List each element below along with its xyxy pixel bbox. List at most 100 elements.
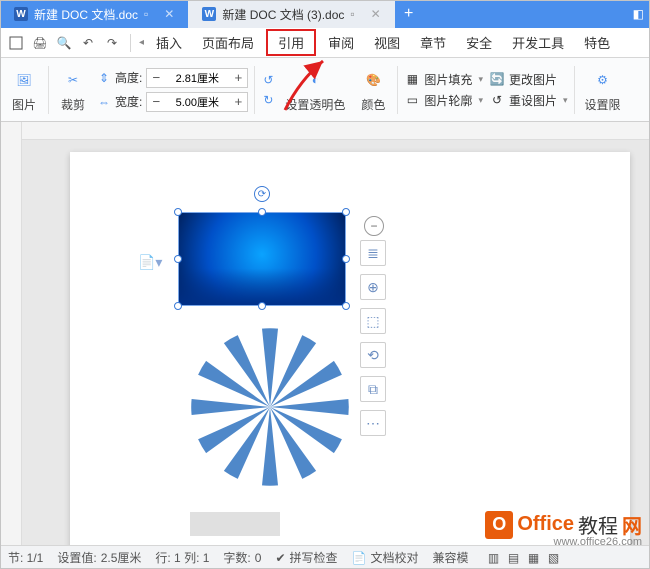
decrease-button[interactable]: − <box>147 93 165 111</box>
label: 裁剪 <box>61 96 85 113</box>
picture-outline-button[interactable]: ▭图片轮廓▾ <box>404 92 483 109</box>
label: 图片 <box>12 96 36 113</box>
height-icon: ⇕ <box>97 71 111 85</box>
height-stepper[interactable]: − + <box>146 68 248 88</box>
change-picture-button[interactable]: 🔄更改图片 <box>489 71 568 88</box>
save-icon[interactable] <box>6 33 26 53</box>
document-tab-inactive[interactable]: W 新建 DOC 文档.doc ▫ ✕ <box>0 0 188 28</box>
zoom-button[interactable]: ⊕ <box>360 274 386 300</box>
collapse-icon[interactable]: − <box>364 216 384 236</box>
menu-page-layout[interactable]: 页面布局 <box>194 29 262 56</box>
menu-security[interactable]: 安全 <box>458 29 500 56</box>
rotate-handle[interactable]: ⟳ <box>254 186 270 202</box>
resize-handle-t[interactable] <box>258 208 266 216</box>
redo-icon[interactable]: ↷ <box>102 33 122 53</box>
transparency-icon: ◐ <box>301 66 329 94</box>
status-char-count[interactable]: 字数:0 <box>223 549 261 566</box>
menu-view[interactable]: 视图 <box>366 29 408 56</box>
decrease-button[interactable]: − <box>147 69 165 87</box>
vertical-ruler[interactable] <box>0 122 22 552</box>
print-icon[interactable]: 🖨 <box>30 33 50 53</box>
undo-icon[interactable]: ↶ <box>78 33 98 53</box>
picture-fill-button[interactable]: ▦图片填充▾ <box>404 71 483 88</box>
gear-icon: ⚙ <box>589 66 617 94</box>
rotate-left-icon[interactable]: ↺ <box>263 73 273 87</box>
resize-handle-l[interactable] <box>174 255 182 263</box>
resize-handle-b[interactable] <box>258 302 266 310</box>
rotate-button[interactable]: ⟲ <box>360 342 386 368</box>
separator <box>397 66 398 114</box>
view-mode-icon[interactable]: ▤ <box>505 550 523 566</box>
view-mode-icon[interactable]: ▥ <box>485 550 503 566</box>
status-position[interactable]: 行: 1 列: 1 <box>155 549 209 566</box>
menu-features[interactable]: 特色 <box>576 29 618 56</box>
brand-text: 网 <box>622 510 642 539</box>
menu-insert[interactable]: 插入 <box>148 29 190 56</box>
chevron-left-icon[interactable]: ◂ <box>139 37 144 48</box>
layout-options-button[interactable]: ≣ <box>360 240 386 266</box>
resize-handle-bl[interactable] <box>174 302 182 310</box>
document-tab-active[interactable]: W 新建 DOC 文档 (3).doc ▫ ✕ <box>188 0 394 28</box>
document-page[interactable]: 📄▾ ⟳ − ≣ ⊕ ⬚ ⟲ ⧉ ⋯ <box>70 152 630 552</box>
separator <box>48 66 49 114</box>
document-canvas[interactable]: 📄▾ ⟳ − ≣ ⊕ ⬚ ⟲ ⧉ ⋯ <box>0 122 650 552</box>
resize-handle-br[interactable] <box>342 302 350 310</box>
size-group: ⇕ 高度: − + ⇔ 宽度: − + <box>97 67 248 113</box>
label: 更改图片 <box>509 71 557 88</box>
resize-handle-r[interactable] <box>342 255 350 263</box>
placeholder-block[interactable] <box>190 512 280 536</box>
brand-text: 教程 <box>578 510 618 539</box>
menu-devtools[interactable]: 开发工具 <box>504 29 572 56</box>
status-section[interactable]: 节: 1/1 <box>8 549 43 566</box>
label: 颜色 <box>361 96 385 113</box>
picture-icon: 🖼 <box>10 66 38 94</box>
sunburst-shape[interactable] <box>190 327 350 487</box>
view-mode-icon[interactable]: ▧ <box>545 550 563 566</box>
tabbar-right-icon[interactable]: ◧ <box>633 7 650 21</box>
view-mode-icon[interactable]: ▦ <box>525 550 543 566</box>
doc-icon: W <box>14 7 28 21</box>
width-input[interactable] <box>165 93 229 111</box>
increase-button[interactable]: + <box>229 69 247 87</box>
tab-label: 新建 DOC 文档 (3).doc <box>222 6 344 23</box>
menu-chapter[interactable]: 章节 <box>412 29 454 56</box>
rotate-right-icon[interactable]: ↻ <box>263 93 273 107</box>
menu-review[interactable]: 审阅 <box>320 29 362 56</box>
status-proofread[interactable]: 📄文档校对 <box>352 549 419 566</box>
rotate-group: ↺ ↻ <box>261 73 275 107</box>
preview-icon[interactable]: 🔍 <box>54 33 74 53</box>
height-input[interactable] <box>165 69 229 87</box>
reset-picture-button[interactable]: ↺重设图片▾ <box>489 92 568 109</box>
close-icon[interactable]: ✕ <box>371 7 381 21</box>
width-label: 宽度: <box>115 93 142 110</box>
link-button[interactable]: ⧉ <box>360 376 386 402</box>
horizontal-ruler[interactable] <box>22 122 650 140</box>
separator <box>130 34 131 52</box>
width-stepper[interactable]: − + <box>146 92 248 112</box>
tab-max-icon[interactable]: ▫ <box>350 7 354 21</box>
transparency-group[interactable]: ◐ 设置透明色 <box>281 66 349 113</box>
chevron-down-icon: ▾ <box>478 74 483 85</box>
menu-references[interactable]: 引用 <box>266 29 316 56</box>
brand-text: Office <box>517 513 574 536</box>
selected-image[interactable]: ⟳ <box>178 212 346 306</box>
crop-button[interactable]: ⬚ <box>360 308 386 334</box>
color-icon: 🎨 <box>359 66 387 94</box>
color-group[interactable]: 🎨 颜色 <box>355 66 391 113</box>
status-set-value[interactable]: 设置值:2.5厘米 <box>57 549 141 566</box>
check-icon: ✔ <box>275 551 285 565</box>
resize-handle-tl[interactable] <box>174 208 182 216</box>
tab-max-icon[interactable]: ▫ <box>144 7 148 21</box>
status-spellcheck[interactable]: ✔拼写检查 <box>275 549 337 566</box>
width-icon: ⇔ <box>97 95 111 109</box>
crop-group[interactable]: ✂ 裁剪 <box>55 66 91 113</box>
status-compat[interactable]: 兼容模 <box>433 549 469 566</box>
picture-effects-group[interactable]: ⚙ 设置限 <box>581 66 625 113</box>
resize-handle-tr[interactable] <box>342 208 350 216</box>
close-icon[interactable]: ✕ <box>164 7 174 21</box>
label: 设置透明色 <box>285 96 345 113</box>
more-button[interactable]: ⋯ <box>360 410 386 436</box>
new-tab-button[interactable]: + <box>395 5 423 23</box>
increase-button[interactable]: + <box>229 93 247 111</box>
insert-picture-group[interactable]: 🖼 图片 <box>6 66 42 113</box>
